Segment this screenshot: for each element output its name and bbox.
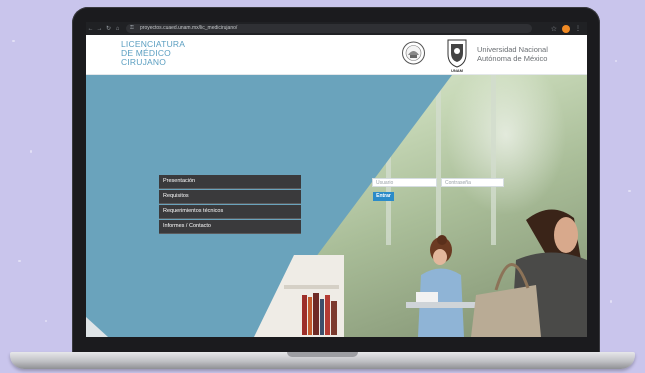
address-bar[interactable]: ⚿ proyectos.cuaed.unam.mx/lic_mediciruja… [126, 24, 532, 33]
enter-button[interactable]: Entrar [373, 192, 394, 201]
reload-icon[interactable]: ↻ [104, 25, 113, 32]
unam-shield-logo[interactable] [446, 38, 468, 68]
username-input[interactable] [372, 178, 437, 187]
bookmark-star-icon[interactable]: ☆ [551, 25, 557, 33]
background-speck [628, 190, 631, 192]
laptop-notch [287, 352, 358, 357]
browser-menu-icon[interactable]: ⋮ [575, 25, 581, 32]
background-speck [615, 60, 617, 62]
background-speck [45, 320, 47, 322]
site-header: LICENCIATURA DE MÉDICO CIRUJANO UNAM Uni… [86, 35, 587, 75]
forward-icon[interactable]: → [95, 26, 104, 32]
bookshelf [254, 255, 344, 337]
site-info-icon[interactable]: ⚿ [130, 24, 134, 33]
unam-label: UNAM [451, 68, 463, 73]
menu-item-informes[interactable]: Informes / Contacto [159, 220, 301, 234]
menu-item-requisitos[interactable]: Requisitos [159, 190, 301, 204]
background-speck [30, 150, 32, 153]
background-speck [12, 40, 15, 42]
university-name-line1: Universidad Nacional [477, 45, 548, 54]
password-input[interactable] [441, 178, 504, 187]
laptop-screen: ← → ↻ ⌂ ⚿ proyectos.cuaed.unam.mx/lic_me… [86, 22, 587, 337]
program-title[interactable]: LICENCIATURA DE MÉDICO CIRUJANO [121, 40, 231, 67]
browser-toolbar: ← → ↻ ⌂ ⚿ proyectos.cuaed.unam.mx/lic_me… [86, 22, 587, 35]
profile-avatar[interactable] [562, 24, 570, 33]
menu-item-requerimientos[interactable]: Requerimientos técnicos [159, 205, 301, 219]
back-icon[interactable]: ← [86, 26, 95, 32]
menu-item-presentacion[interactable]: Presentación [159, 175, 301, 189]
program-title-line3: CIRUJANO [121, 57, 167, 67]
address-bar-text: proyectos.cuaed.unam.mx/lic_medicirujano… [140, 25, 238, 31]
background-speck [610, 300, 612, 303]
window-column [436, 75, 441, 245]
university-name[interactable]: Universidad Nacional Autónoma de México [477, 45, 548, 63]
main-menu: Presentación Requisitos Requerimientos t… [159, 175, 301, 235]
student-with-bag [471, 209, 587, 337]
university-name-line2: Autónoma de México [477, 54, 548, 63]
home-icon[interactable]: ⌂ [113, 26, 122, 32]
background-speck [18, 260, 21, 262]
suayed-seal-logo[interactable] [400, 39, 427, 66]
hero-section: Presentación Requisitos Requerimientos t… [86, 75, 587, 337]
